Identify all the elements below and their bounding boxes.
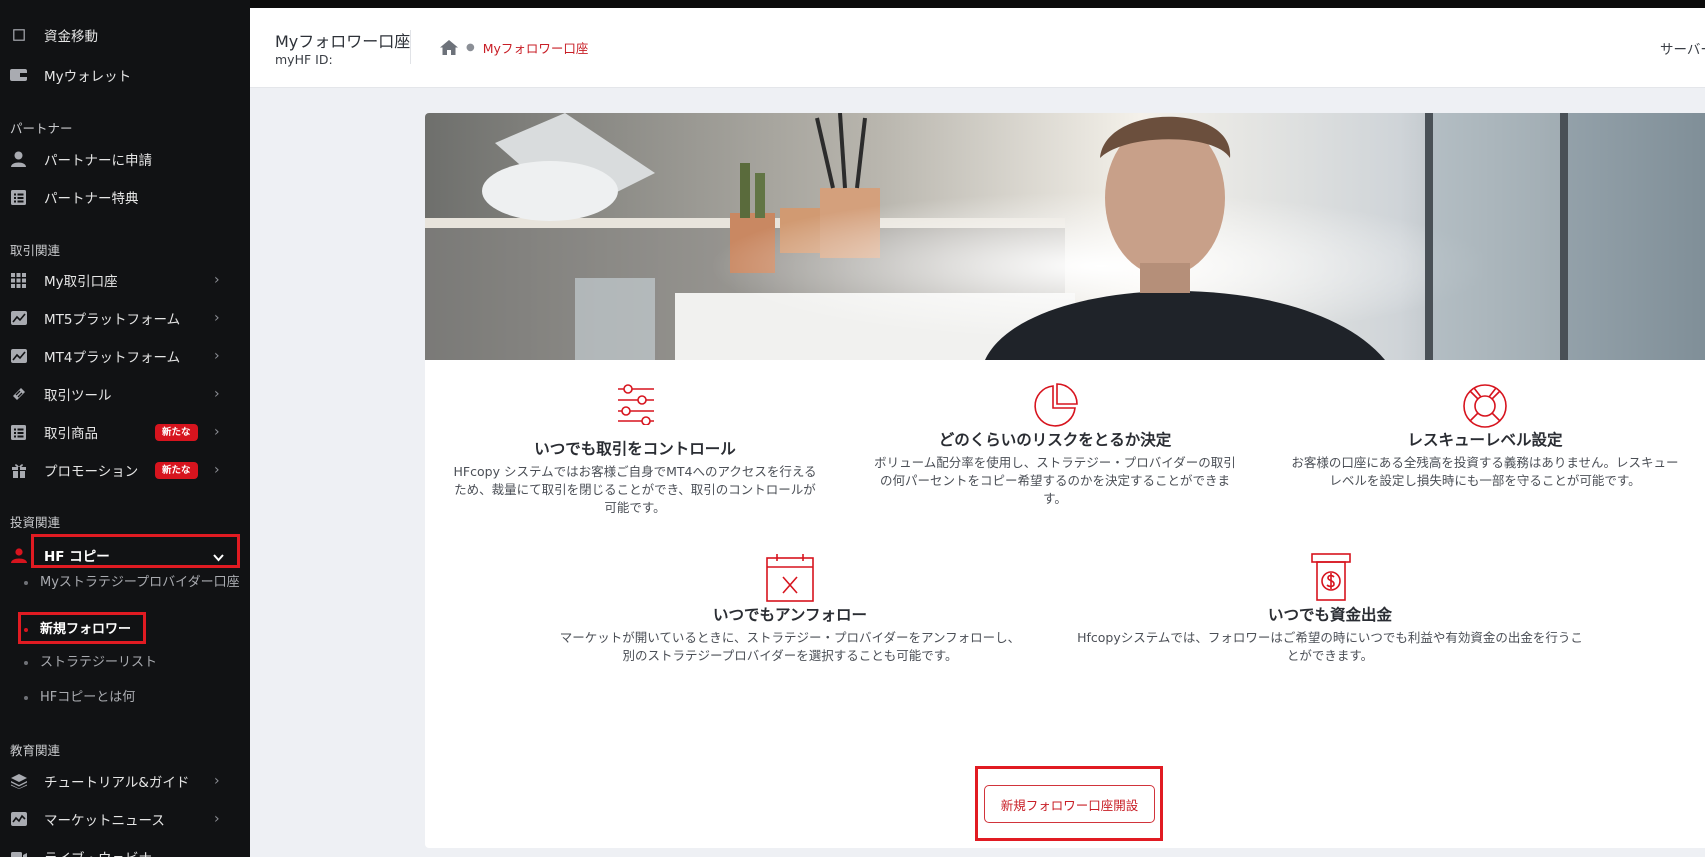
feature-description: お客様の口座にある全残高を投資する義務はありません。レスキューレベルを設定し損失… [1291, 455, 1679, 488]
sidebar-subitem-what-is-hf-copy[interactable]: HFコピーとは何 [24, 688, 234, 708]
chevron-right-icon: › [214, 272, 220, 288]
calendar-x-icon [765, 553, 815, 607]
sidebar-item-my-trading-accounts[interactable]: My取引口座 › [0, 263, 250, 297]
hero-image [425, 113, 1705, 360]
open-new-follower-account-button[interactable]: 新規フォロワー口座開設 [984, 785, 1155, 823]
feature-withdrawal: いつでも資金出金 Hfcopyシステムでは、フォロワーはご希望の時にいつでも利益… [1075, 553, 1585, 668]
feature-description: ボリューム配分率を使用し、ストラテジー・プロバイダーの取引の何パーセントをコピー… [874, 455, 1236, 506]
highlight-box-new-follower [18, 612, 146, 644]
sidebar-item-mt5[interactable]: MT5プラットフォーム › [0, 301, 250, 335]
sidebar-item-tutorials[interactable]: チュートリアル&ガイド › [0, 764, 250, 798]
sidebar-item-label: マーケットニュース [44, 813, 165, 829]
sidebar-item-my-wallet[interactable]: Myウォレット [0, 58, 250, 92]
server-label[interactable]: サーバー [1660, 38, 1705, 58]
myhf-id-label: myHF ID: [275, 52, 333, 67]
chevron-right-icon: › [214, 386, 220, 402]
bullet-dot [24, 581, 28, 585]
sidebar-item-label: 資金移動 [44, 29, 98, 45]
feature-title: いつでも資金出金 [1267, 606, 1392, 624]
breadcrumb: ● Myフォロワー口座 [440, 38, 588, 57]
sidebar-subitem-my-strategy-provider[interactable]: Myストラテジープロバイダー口座 [24, 573, 240, 613]
page-header: Myフォロワー口座 myHF ID: ● Myフォロワー口座 サーバー [250, 8, 1705, 88]
sidebar-item-partner-apply[interactable]: パートナーに申請 [0, 142, 250, 176]
breadcrumb-separator: ● [466, 42, 475, 53]
atm-icon [1311, 553, 1351, 605]
sidebar-subitem-label: Myストラテジープロバイダー口座 [40, 575, 240, 590]
new-badge: 新たな [155, 461, 198, 479]
sidebar-item-live-webinar[interactable]: ライブ・ウェビナー [0, 840, 250, 857]
main-card: いつでも取引をコントロール HFcopy システムではお客様ご自身でMT4へのア… [425, 113, 1705, 848]
list-icon [10, 424, 27, 441]
wallet-icon [10, 67, 27, 84]
chart-icon [10, 310, 27, 327]
grid-icon [10, 272, 27, 289]
section-partner: パートナー [10, 121, 73, 136]
sidebar-item-market-news[interactable]: マーケットニュース › [0, 802, 250, 836]
feature-rescue-level: レスキューレベル設定 お客様の口座にある全残高を投資する義務はありません。レスキ… [1290, 383, 1680, 513]
section-education: 教育関連 [10, 743, 61, 758]
header-divider [410, 30, 411, 64]
section-trading: 取引関連 [10, 243, 61, 258]
sidebar-item-trading-tools[interactable]: 取引ツール › [0, 377, 250, 411]
chevron-right-icon: › [214, 462, 220, 478]
feature-unfollow: いつでもアンフォロー マーケットが開いているときに、ストラテジー・プロバイダーを… [555, 553, 1025, 668]
sidebar-subitem-label: ストラテジーリスト [40, 655, 158, 670]
bullet-dot [24, 696, 28, 700]
chevron-right-icon: › [214, 310, 220, 326]
user-icon [10, 151, 27, 168]
sidebar-item-label: My取引口座 [44, 274, 118, 290]
feature-description: Hfcopyシステムでは、フォロワーはご希望の時にいつでも利益や有効資金の出金を… [1077, 630, 1583, 663]
sidebar-subitem-strategy-list[interactable]: ストラテジーリスト [24, 653, 234, 673]
chevron-right-icon: › [214, 348, 220, 364]
sidebar-item-label: プロモーション [44, 464, 139, 480]
section-investment: 投資関連 [10, 515, 61, 530]
sidebar-item-label: 取引ツール [44, 388, 112, 404]
highlight-box-hf-copy [31, 534, 240, 568]
sidebar-item-label: パートナー特典 [44, 191, 139, 207]
lifebuoy-icon [1462, 383, 1508, 433]
feature-title: いつでもアンフォロー [713, 606, 867, 624]
feature-description: マーケットが開いているときに、ストラテジー・プロバイダーをアンフォローし、別のス… [559, 630, 1021, 663]
feature-risk: どのくらいのリスクをとるか決定 ボリューム配分率を使用し、ストラテジー・プロバイ… [870, 383, 1240, 513]
page-title: Myフォロワー口座 [275, 32, 411, 51]
sidebar-item-label: Myウォレット [44, 69, 132, 85]
sidebar-item-partner-benefits[interactable]: パートナー特典 [0, 180, 250, 214]
pie-icon [1032, 383, 1078, 433]
feature-title: いつでも取引をコントロール [534, 440, 736, 458]
chevron-right-icon: › [214, 773, 220, 789]
user-red-icon [10, 547, 27, 564]
sidebar-item-label: MT5プラットフォーム [44, 312, 181, 328]
video-icon [10, 849, 27, 857]
feature-title: レスキューレベル設定 [1407, 431, 1563, 449]
layers-icon [10, 773, 27, 790]
sidebar-item-trading-products[interactable]: 取引商品 新たな › [0, 415, 250, 449]
sliders-icon [615, 383, 657, 429]
sidebar-item-label: MT4プラットフォーム [44, 350, 181, 366]
sidebar-subitem-label: HFコピーとは何 [40, 690, 136, 705]
square-icon [10, 27, 27, 44]
chevron-right-icon: › [214, 811, 220, 827]
breadcrumb-current[interactable]: Myフォロワー口座 [483, 38, 589, 57]
sidebar-item-mt4[interactable]: MT4プラットフォーム › [0, 339, 250, 373]
chevron-right-icon: › [214, 424, 220, 440]
sidebar-item-label: 取引商品 [44, 426, 98, 442]
feature-control: いつでも取引をコントロール HFcopy システムではお客様ご自身でMT4へのア… [450, 383, 820, 528]
chart-icon [10, 811, 27, 828]
tools-icon [10, 386, 27, 403]
top-strip [0, 0, 1705, 8]
sidebar-item-promotions[interactable]: プロモーション 新たな › [0, 453, 250, 487]
sidebar-item-label: パートナーに申請 [44, 153, 152, 169]
sidebar: 資金移動 Myウォレット パートナー パートナーに申請 パートナー特典 取引関連… [0, 0, 250, 857]
home-icon[interactable] [440, 40, 458, 55]
feature-title: どのくらいのリスクをとるか決定 [938, 431, 1172, 449]
gift-icon [10, 462, 27, 479]
feature-description: HFcopy システムではお客様ご自身でMT4へのアクセスを行えるため、裁量にて… [453, 464, 817, 515]
sidebar-item-label: ライブ・ウェビナー [44, 847, 166, 857]
list-icon [10, 189, 27, 206]
chart-icon [10, 348, 27, 365]
sidebar-item-label: チュートリアル&ガイド [44, 775, 190, 791]
bullet-dot [24, 661, 28, 665]
sidebar-item-fund-transfer[interactable]: 資金移動 [0, 18, 250, 52]
new-badge: 新たな [155, 423, 198, 441]
